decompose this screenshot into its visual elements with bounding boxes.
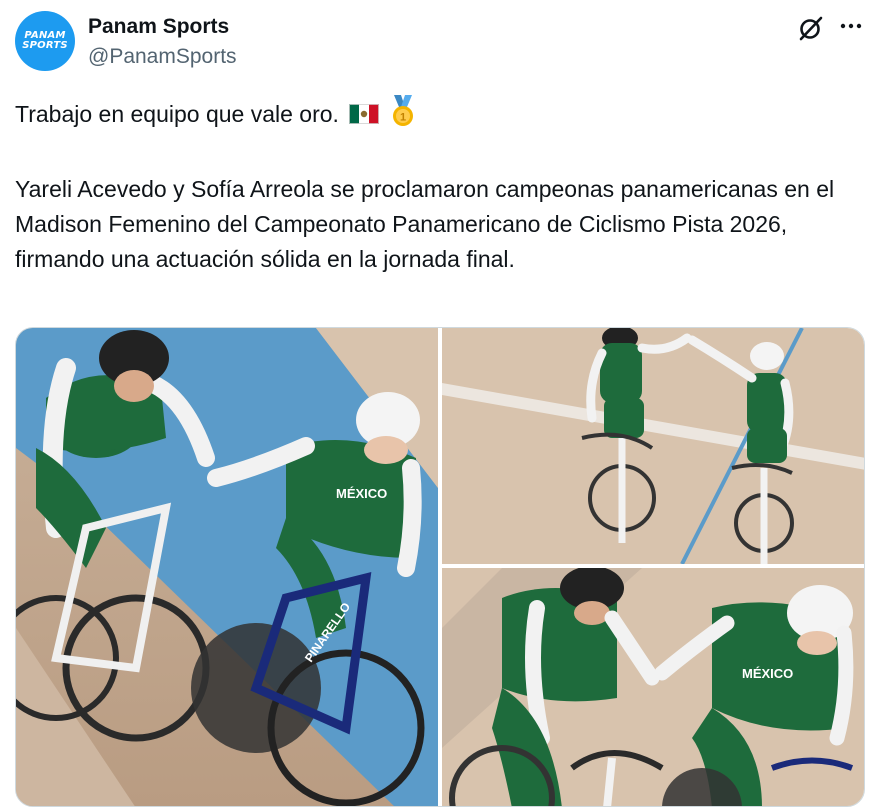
tweet-headline: Trabajo en equipo que vale oro.: [15, 101, 339, 128]
author-display-name[interactable]: Panam Sports: [88, 14, 237, 40]
more-options-icon[interactable]: [838, 18, 864, 38]
grok-icon[interactable]: [798, 15, 824, 41]
media-grid: PINARELLO MÉXICO MÉXICO: [15, 327, 865, 807]
author-handle[interactable]: @PanamSports: [88, 43, 237, 71]
avatar[interactable]: PANAM SPORTS: [15, 11, 75, 71]
photo-3[interactable]: MÉXICO: [442, 568, 864, 806]
tweet-card: PANAM SPORTS Panam Sports @PanamSports T…: [0, 0, 886, 812]
author-block: Panam Sports @PanamSports: [88, 14, 237, 71]
svg-text:1: 1: [400, 112, 406, 124]
tweet-body: Yareli Acevedo y Sofía Arreola se procla…: [15, 176, 835, 272]
avatar-logo-line2: SPORTS: [22, 40, 68, 51]
jersey-label-3: MÉXICO: [742, 666, 793, 681]
tweet-line-1: Trabajo en equipo que vale oro. 1: [15, 95, 871, 137]
tweet-text: Trabajo en equipo que vale oro. 1 Yareli…: [15, 95, 871, 277]
jersey-label-1: MÉXICO: [336, 486, 387, 501]
mexico-flag-emoji: [349, 99, 380, 134]
gold-medal-emoji: 1: [390, 95, 416, 137]
photo-2[interactable]: [442, 328, 864, 564]
photo-1[interactable]: PINARELLO MÉXICO: [16, 328, 438, 806]
